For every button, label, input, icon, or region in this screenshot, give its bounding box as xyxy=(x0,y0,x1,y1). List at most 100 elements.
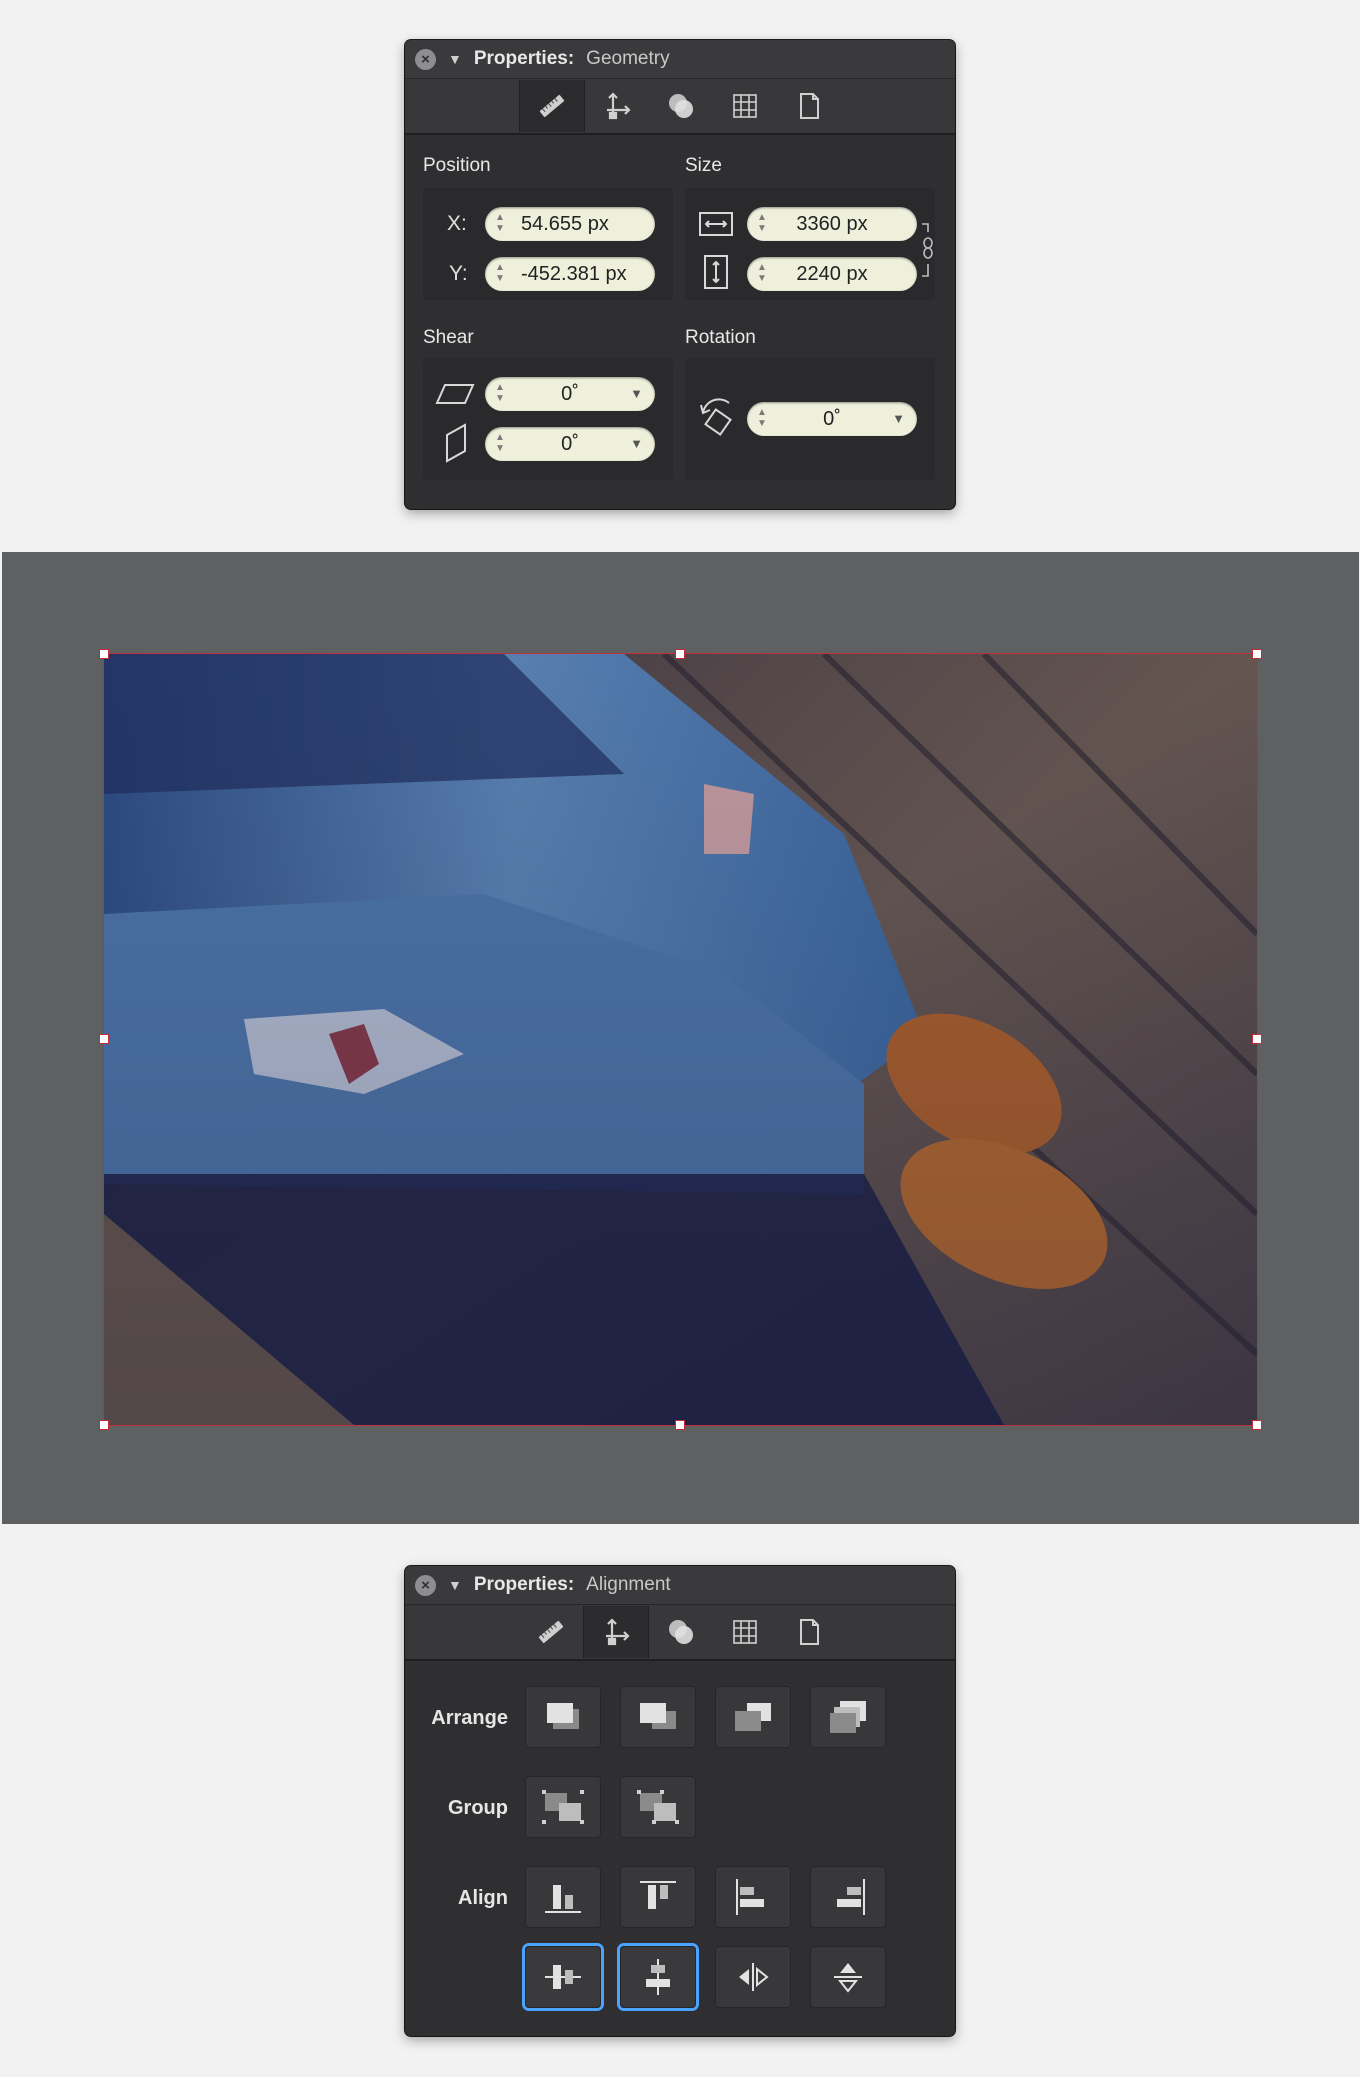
align-top-icon xyxy=(640,1881,676,1909)
flip-vertical-icon xyxy=(834,1963,862,1993)
align-label: Align xyxy=(458,1887,508,1909)
align-right-button[interactable] xyxy=(810,1866,886,1928)
x-value: 54.655 px xyxy=(521,213,609,235)
resize-handle-top[interactable] xyxy=(675,649,685,659)
alignment-properties-panel: × ▼ Properties: Alignment Arrange Group … xyxy=(405,1566,955,2036)
height-icon xyxy=(704,255,728,289)
panel-titlebar: × ▼ Properties: Alignment xyxy=(405,1566,955,1605)
tab-document[interactable] xyxy=(777,80,841,132)
x-label: X: xyxy=(447,212,467,235)
tab-appearance[interactable] xyxy=(649,80,713,132)
tab-geometry[interactable] xyxy=(519,80,585,132)
close-icon[interactable]: × xyxy=(415,1574,436,1596)
tab-document[interactable] xyxy=(777,1606,841,1658)
resize-handle-bottom[interactable] xyxy=(675,1420,685,1430)
shear-vertical-field[interactable]: ▲ ▼ 0˚ ▼ xyxy=(485,427,655,461)
panel-title: Properties: xyxy=(473,1574,575,1595)
send-backward-button[interactable] xyxy=(715,1686,791,1748)
send-backward-icon xyxy=(735,1703,771,1731)
stepper-icon[interactable]: ▲ ▼ xyxy=(495,212,505,234)
shear-horizontal-field[interactable]: ▲ ▼ 0˚ ▼ xyxy=(485,377,655,411)
align-vertical-center-button[interactable] xyxy=(620,1946,696,2008)
align-top-button[interactable] xyxy=(620,1866,696,1928)
geometry-properties-panel: × ▼ Properties: Geometry Position X: ▲ ▼ … xyxy=(405,40,955,509)
bring-to-front-button[interactable] xyxy=(525,1686,601,1748)
y-field[interactable]: ▲ ▼ -452.381 px xyxy=(485,257,655,291)
tab-alignment[interactable] xyxy=(585,80,649,132)
width-field[interactable]: ▲ ▼ 3360 px xyxy=(747,207,917,241)
ruler-icon xyxy=(539,94,565,118)
link-aspect-icon[interactable] xyxy=(920,222,934,278)
bring-forward-button[interactable] xyxy=(620,1686,696,1748)
send-to-back-button[interactable] xyxy=(810,1686,886,1748)
selected-image[interactable] xyxy=(103,653,1258,1426)
transform-icon xyxy=(606,1618,630,1646)
grid-icon xyxy=(733,1620,757,1644)
height-value: 2240 px xyxy=(796,263,868,285)
resize-handle-top-right[interactable] xyxy=(1252,649,1262,659)
group-button[interactable] xyxy=(525,1776,601,1838)
close-icon[interactable]: × xyxy=(415,48,436,70)
align-bottom-button[interactable] xyxy=(525,1866,601,1928)
properties-toolbar xyxy=(405,79,955,135)
tab-appearance[interactable] xyxy=(649,1606,713,1658)
align-horizontal-center-button[interactable] xyxy=(525,1946,601,2008)
document-canvas[interactable] xyxy=(2,552,1359,1524)
shear-vertical-icon xyxy=(446,423,466,463)
align-horizontal-center-icon xyxy=(545,1965,581,1989)
grid-icon xyxy=(733,94,757,118)
transform-icon xyxy=(607,92,631,120)
chevron-down-icon[interactable]: ▼ xyxy=(892,402,905,436)
shear-horizontal-icon xyxy=(435,384,475,404)
panel-titlebar: × ▼ Properties: Geometry xyxy=(405,40,955,79)
rotation-icon xyxy=(700,398,732,436)
chevron-down-icon[interactable]: ▼ xyxy=(630,427,643,461)
position-section-label: Position xyxy=(423,155,491,176)
stepper-icon[interactable]: ▲ ▼ xyxy=(757,262,767,284)
group-label: Group xyxy=(448,1797,508,1819)
resize-handle-bottom-left[interactable] xyxy=(99,1420,109,1430)
tab-alignment[interactable] xyxy=(583,1606,649,1658)
shear-vertical-value: 0˚ xyxy=(561,433,579,455)
tab-grid[interactable] xyxy=(713,80,777,132)
stepper-icon[interactable]: ▲ ▼ xyxy=(495,262,505,284)
group-icon xyxy=(542,1790,584,1824)
x-field[interactable]: ▲ ▼ 54.655 px xyxy=(485,207,655,241)
stepper-icon[interactable]: ▲ ▼ xyxy=(757,407,767,429)
size-section-label: Size xyxy=(685,155,722,176)
align-bottom-icon xyxy=(545,1885,581,1913)
align-vertical-center-icon xyxy=(646,1959,670,1995)
align-right-icon xyxy=(837,1879,865,1915)
disclosure-triangle-icon[interactable]: ▼ xyxy=(448,1577,462,1593)
resize-handle-right[interactable] xyxy=(1252,1034,1262,1044)
flip-horizontal-button[interactable] xyxy=(715,1946,791,2008)
resize-handle-top-left[interactable] xyxy=(99,649,109,659)
stepper-icon[interactable]: ▲ ▼ xyxy=(757,212,767,234)
ungroup-button[interactable] xyxy=(620,1776,696,1838)
stepper-icon[interactable]: ▲ ▼ xyxy=(495,432,505,454)
ungroup-icon xyxy=(637,1790,679,1824)
align-left-button[interactable] xyxy=(715,1866,791,1928)
width-value: 3360 px xyxy=(796,213,868,235)
align-left-icon xyxy=(736,1879,764,1915)
send-to-back-icon xyxy=(830,1701,866,1733)
panel-subtitle: Alignment xyxy=(586,1574,671,1595)
rotation-field[interactable]: ▲ ▼ 0˚ ▼ xyxy=(747,402,917,436)
flip-vertical-button[interactable] xyxy=(810,1946,886,2008)
height-field[interactable]: ▲ ▼ 2240 px xyxy=(747,257,917,291)
resize-handle-left[interactable] xyxy=(99,1034,109,1044)
disclosure-triangle-icon[interactable]: ▼ xyxy=(448,51,462,67)
tab-grid[interactable] xyxy=(713,1606,777,1658)
chevron-down-icon[interactable]: ▼ xyxy=(630,377,643,411)
shear-section-label: Shear xyxy=(423,327,474,348)
rotation-section-label: Rotation xyxy=(685,327,756,348)
page-icon xyxy=(800,1619,819,1645)
stepper-icon[interactable]: ▲ ▼ xyxy=(495,382,505,404)
jeans-photo-image xyxy=(104,654,1257,1425)
properties-toolbar xyxy=(405,1605,955,1661)
flip-horizontal-icon xyxy=(739,1963,769,1991)
page-icon xyxy=(800,93,819,119)
resize-handle-bottom-right[interactable] xyxy=(1252,1420,1262,1430)
shear-horizontal-value: 0˚ xyxy=(561,383,579,405)
tab-geometry[interactable] xyxy=(519,1606,583,1658)
